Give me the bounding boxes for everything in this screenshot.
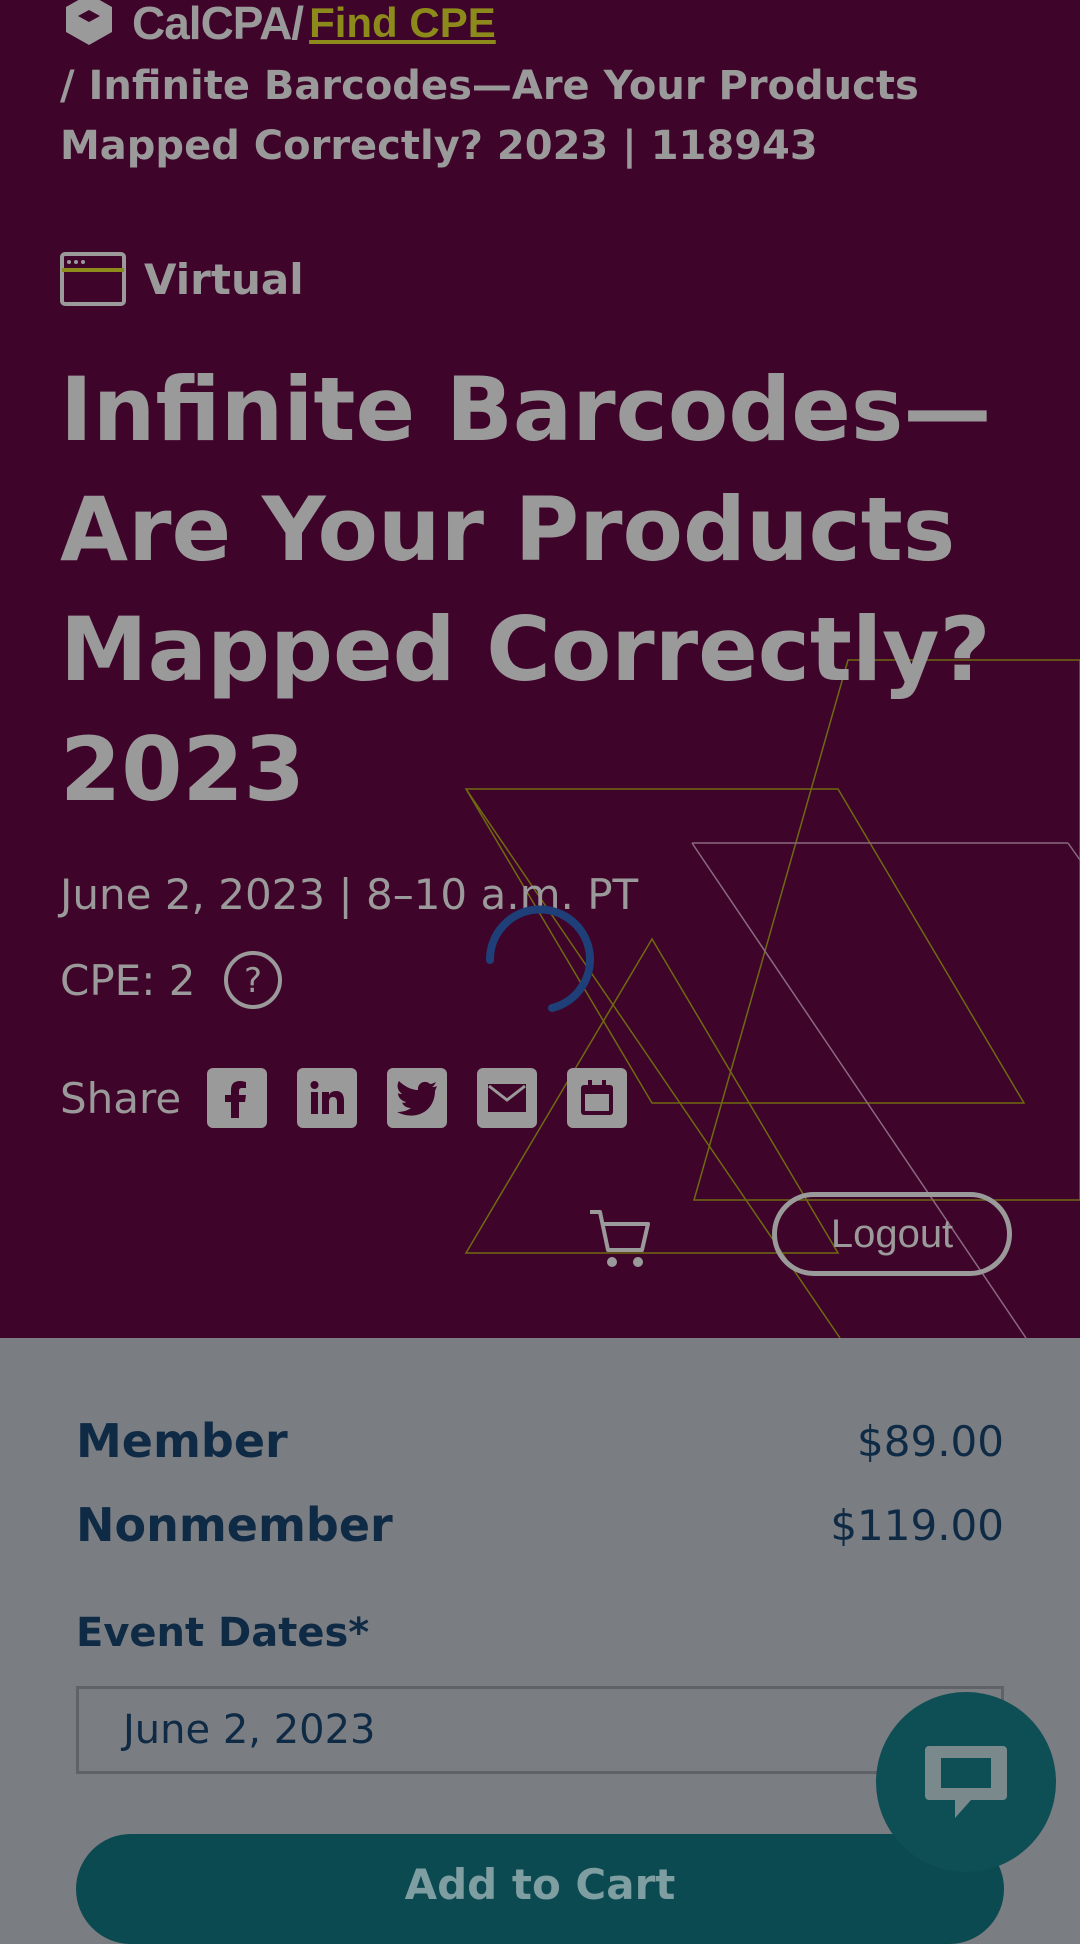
email-icon xyxy=(488,1084,527,1112)
browser-window-icon xyxy=(60,252,126,306)
calendar-share-button[interactable] xyxy=(567,1068,628,1128)
member-price-row: Member $89.00 xyxy=(76,1414,1004,1468)
format-badge-label: Virtual xyxy=(144,254,304,304)
cpe-credits: CPE: 2 ? xyxy=(60,950,283,1010)
event-hero: CalCPA/ Find CPE / Infinite Barcodes—Are… xyxy=(0,0,1080,1338)
breadcrumb-current: / Infinite Barcodes—Are Your Products Ma… xyxy=(60,63,919,169)
calcpa-logo-icon xyxy=(66,0,112,45)
nonmember-price: $119.00 xyxy=(830,1500,1004,1550)
nonmember-label: Nonmember xyxy=(76,1498,393,1552)
chat-launcher-button[interactable] xyxy=(876,1692,1056,1872)
email-share-button[interactable] xyxy=(477,1068,538,1128)
linkedin-icon xyxy=(310,1081,345,1114)
twitter-icon xyxy=(397,1081,438,1116)
brand-name[interactable]: CalCPA/ xyxy=(132,0,304,53)
breadcrumb-find-cpe-link[interactable]: Find CPE xyxy=(309,0,496,53)
facebook-icon xyxy=(225,1081,247,1118)
calendar-icon xyxy=(581,1080,614,1115)
cpe-value: CPE: 2 xyxy=(60,955,196,1005)
breadcrumb: CalCPA/ Find CPE / Infinite Barcodes—Are… xyxy=(60,0,960,176)
cart-icon[interactable] xyxy=(588,1208,652,1270)
share-bar: Share xyxy=(60,1068,657,1128)
add-to-cart-button[interactable]: Add to Cart xyxy=(76,1834,1004,1944)
member-label: Member xyxy=(76,1414,288,1468)
loading-spinner-icon xyxy=(485,905,594,1012)
event-date-selected-value: June 2, 2023 xyxy=(123,1707,376,1753)
page-title: Infinite Barcodes—Are Your Products Mapp… xyxy=(60,358,992,821)
share-label: Share xyxy=(60,1073,182,1123)
logout-button[interactable]: Logout xyxy=(772,1192,1012,1276)
event-date-select[interactable]: June 2, 2023 xyxy=(76,1686,1004,1774)
chat-bubble-icon xyxy=(925,1746,1007,1818)
svg-text:?: ? xyxy=(244,961,262,1001)
help-icon[interactable]: ? xyxy=(223,950,283,1010)
linkedin-share-button[interactable] xyxy=(297,1068,358,1128)
facebook-share-button[interactable] xyxy=(207,1068,268,1128)
twitter-share-button[interactable] xyxy=(387,1068,448,1128)
member-price: $89.00 xyxy=(857,1416,1004,1466)
deco-line-3 xyxy=(1067,842,1080,861)
event-dates-label: Event Dates* xyxy=(76,1610,370,1656)
nonmember-price-row: Nonmember $119.00 xyxy=(76,1498,1004,1552)
format-badge: Virtual xyxy=(60,252,304,306)
